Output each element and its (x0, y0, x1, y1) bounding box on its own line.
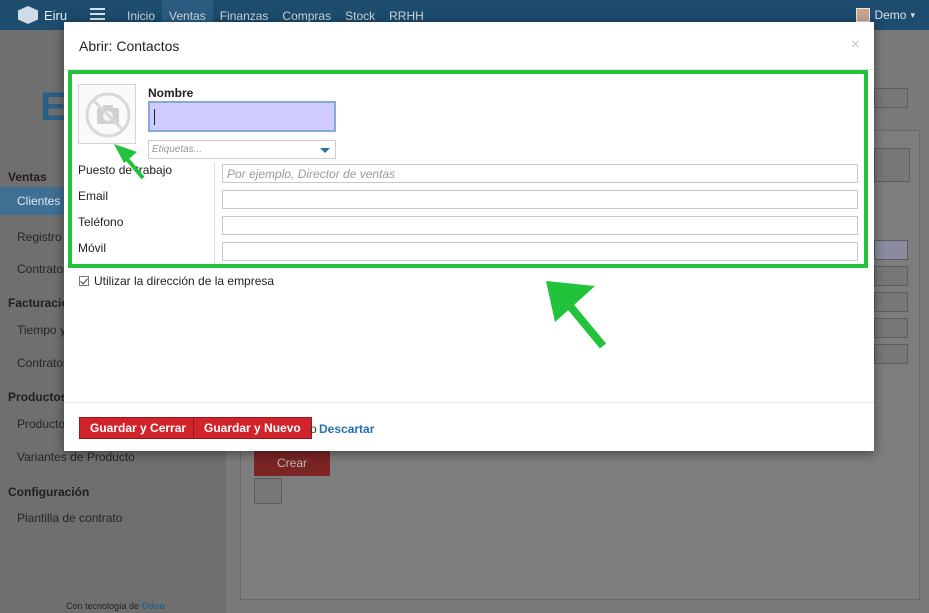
job-position-label: Puesto de trabajo (78, 163, 173, 177)
email-input[interactable] (222, 190, 858, 209)
powered-by-prefix: Con tecnología de (66, 601, 140, 611)
user-menu[interactable]: Demo ▾ (856, 8, 915, 22)
sidebar-section-productos: Productos (8, 390, 68, 404)
job-position-input[interactable]: Por ejemplo, Director de ventas (222, 164, 858, 183)
bg-field-2 (874, 266, 908, 286)
name-label: Nombre (148, 86, 194, 100)
view-switcher[interactable] (874, 88, 908, 108)
sidebar-item-variantes[interactable]: Variantes de Producto (17, 450, 135, 464)
name-input[interactable] (148, 101, 336, 132)
bg-create-button[interactable]: Crear (254, 448, 330, 476)
no-photo-camera-icon (85, 92, 131, 138)
bg-field-4 (874, 318, 908, 338)
sidebar-item-producto[interactable]: Producto (17, 417, 65, 431)
app-logo[interactable]: Eiru (18, 6, 67, 24)
powered-by-brand[interactable]: Odoo (142, 601, 166, 611)
bg-checkbox-cell (254, 478, 282, 504)
sidebar-item-registro[interactable]: Registro (17, 230, 62, 244)
discard-link[interactable]: Descartar (319, 422, 374, 436)
dialog-header: Abrir: Contactos × (64, 22, 874, 70)
text-caret (154, 109, 155, 125)
save-new-button[interactable]: Guardar y Nuevo (193, 417, 312, 439)
mobile-input[interactable] (222, 242, 858, 261)
sidebar-section-configuracion: Configuración (8, 485, 90, 499)
sidebar-brand: E (40, 85, 67, 129)
dialog-title: Abrir: Contactos (79, 38, 180, 54)
user-name: Demo (874, 8, 907, 22)
avatar (856, 8, 871, 22)
checkbox-icon[interactable] (79, 276, 89, 286)
powered-by: Con tecnología de Odoo (66, 601, 165, 611)
field-divider (214, 162, 215, 264)
phone-input[interactable] (222, 216, 858, 235)
company-address-row[interactable]: Utilizar la dirección de la empresa (79, 274, 274, 288)
job-position-placeholder: Por ejemplo, Director de ventas (227, 167, 396, 181)
contact-dialog: Abrir: Contactos × Nombre Etiquetas... P… (64, 22, 874, 451)
tags-select[interactable]: Etiquetas... (148, 140, 336, 159)
sidebar-item-contratos[interactable]: Contratos (17, 262, 69, 276)
or-text: o (310, 422, 317, 436)
bg-field (874, 240, 908, 260)
company-address-label: Utilizar la dirección de la empresa (94, 274, 275, 288)
sidebar-item-plantilla[interactable]: Plantilla de contrato (17, 511, 122, 525)
hamburger-menu-icon[interactable] (90, 8, 105, 20)
tags-placeholder: Etiquetas... (152, 144, 203, 155)
dialog-footer: Guardar y Cerrar Guardar y Nuevo o Desca… (64, 402, 874, 451)
close-icon[interactable]: × (851, 36, 860, 54)
contact-photo[interactable] (78, 84, 136, 144)
bg-panel (874, 148, 910, 182)
bg-select (874, 344, 908, 364)
sidebar-item-contratos-2[interactable]: Contratos (17, 356, 69, 370)
app-brand: Eiru (44, 7, 68, 23)
save-close-button[interactable]: Guardar y Cerrar (79, 417, 198, 439)
sidebar-item-tiempo[interactable]: Tiempo y (17, 323, 66, 337)
phone-label: Teléfono (78, 215, 124, 229)
sidebar-section-ventas: Ventas (8, 170, 47, 184)
bg-field-3 (874, 292, 908, 312)
email-label: Email (78, 189, 109, 203)
cube-logo-icon (18, 6, 38, 24)
chevron-down-icon[interactable] (320, 148, 330, 153)
caret-down-icon: ▾ (910, 9, 915, 20)
mobile-label: Móvil (78, 241, 107, 255)
